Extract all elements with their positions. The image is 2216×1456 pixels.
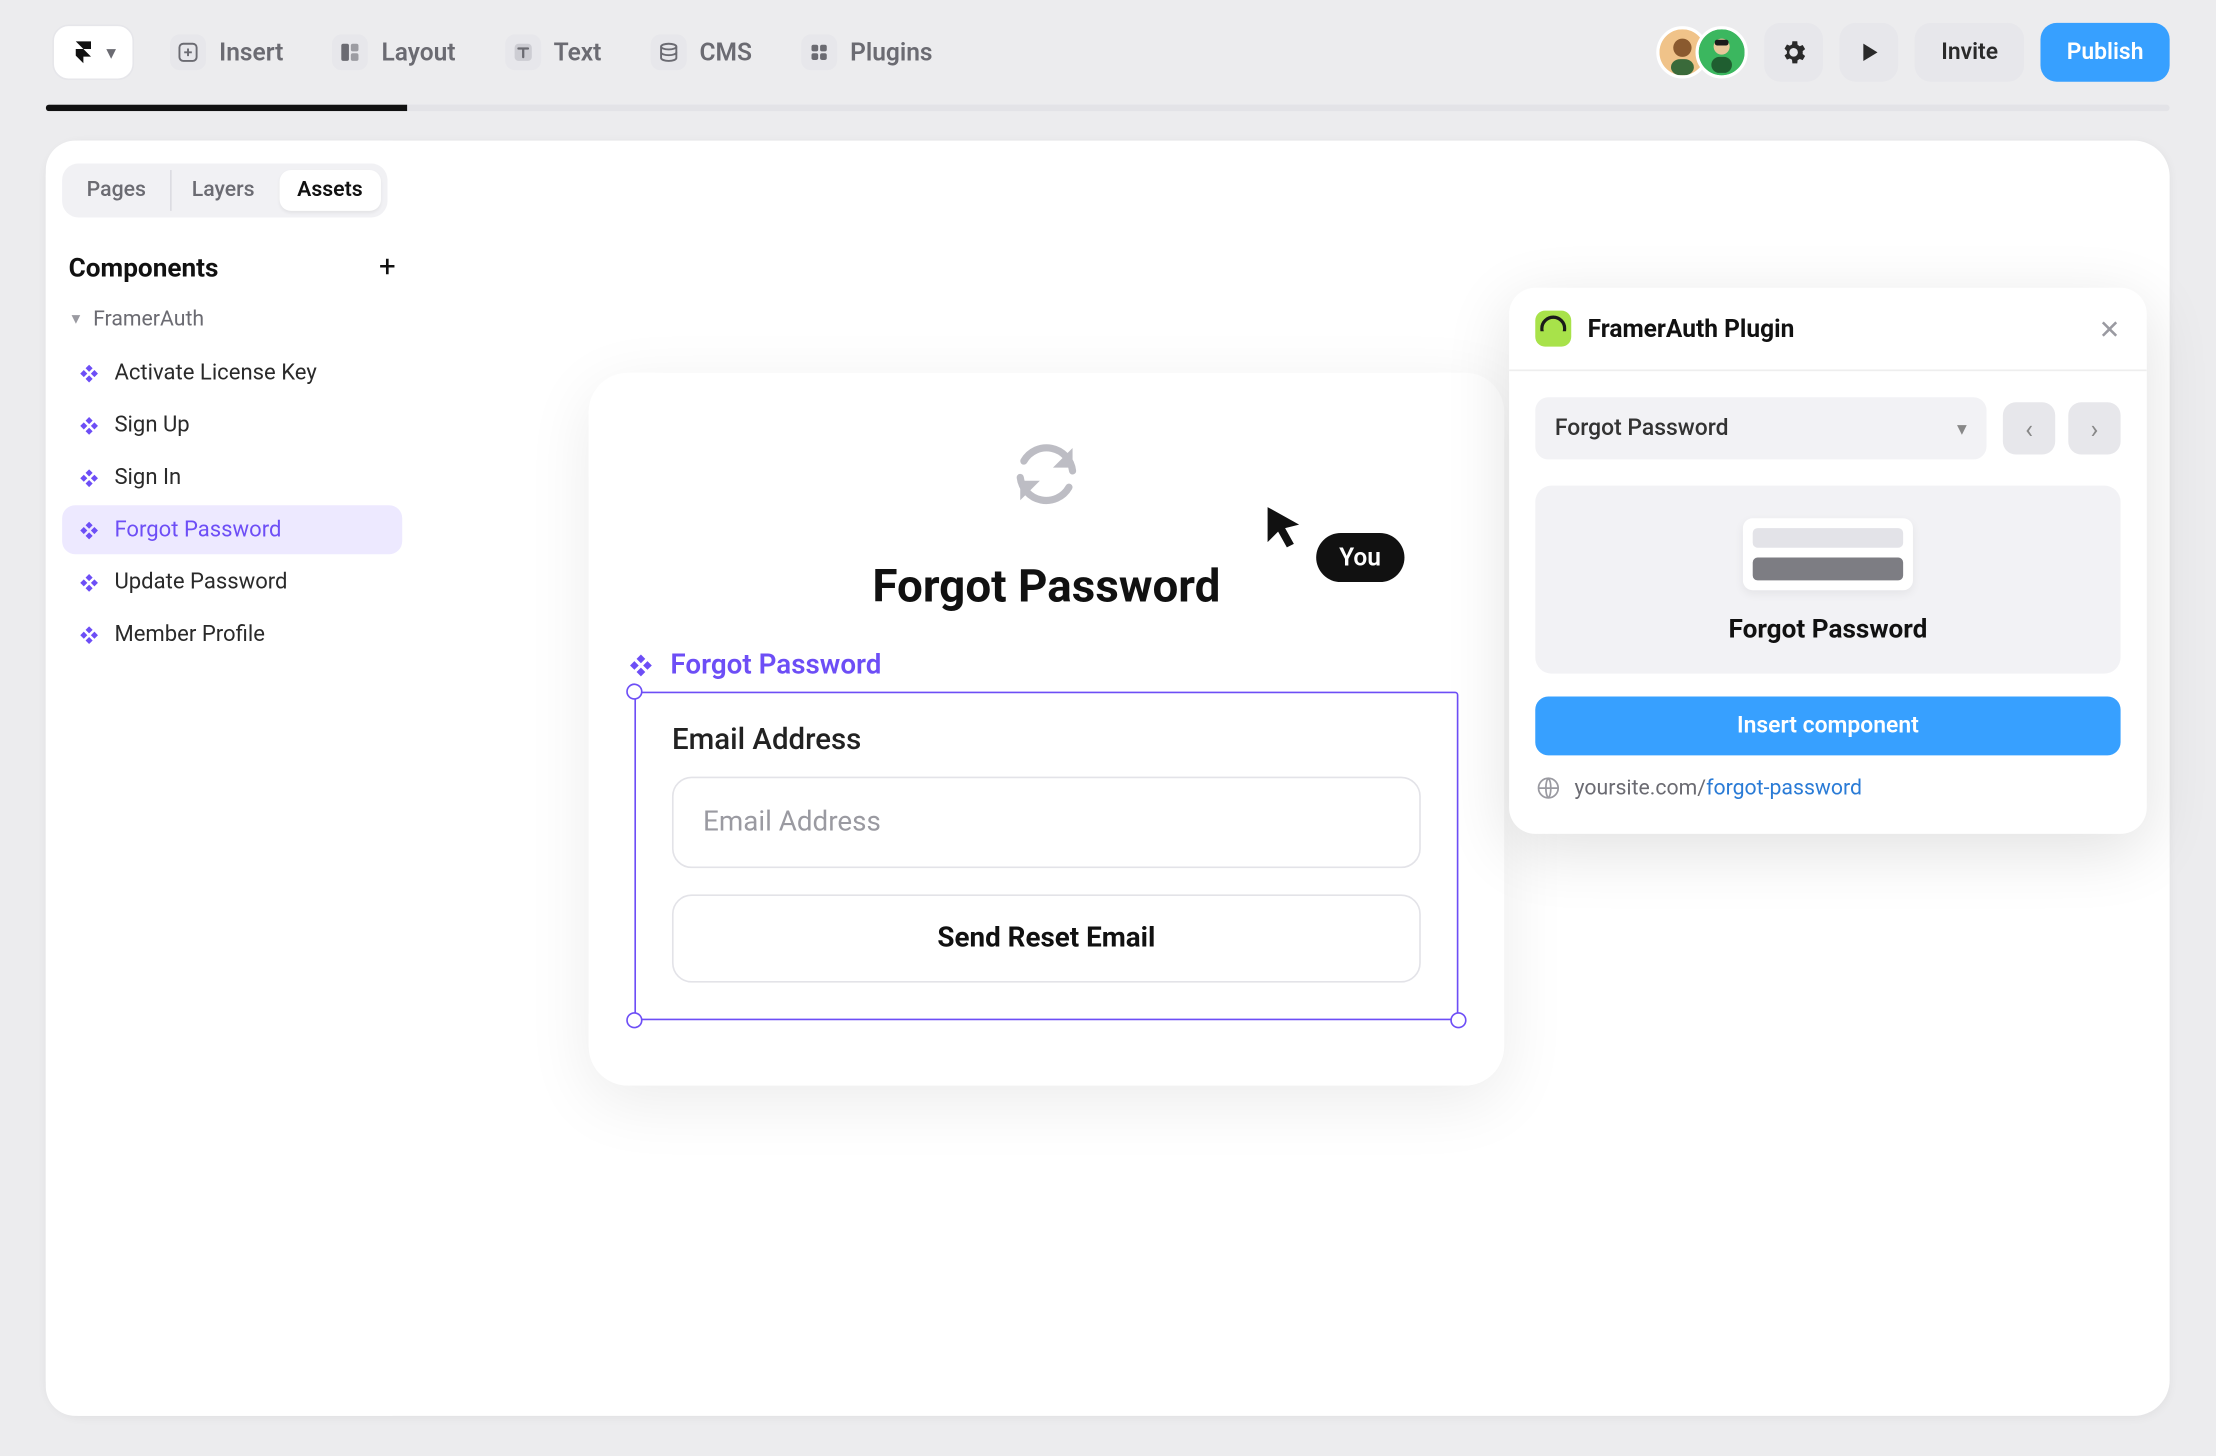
- sidebar: Pages Layers Assets Components + ▼ Frame…: [46, 141, 419, 1416]
- invite-label: Invite: [1941, 39, 1998, 65]
- sidebar-item-forgot[interactable]: Forgot Password: [62, 505, 402, 554]
- invite-button[interactable]: Invite: [1915, 23, 2024, 82]
- insert-component-button[interactable]: Insert component: [1535, 697, 2120, 756]
- settings-button[interactable]: [1765, 23, 1824, 82]
- insert-button-label: Insert component: [1737, 713, 1919, 739]
- sidebar-item-label: Forgot Password: [114, 517, 281, 543]
- sidebar-item-label: Member Profile: [114, 621, 264, 647]
- toolbar-plugins[interactable]: Plugins: [788, 25, 946, 81]
- plugins-icon: [801, 34, 837, 70]
- toolbar-insert[interactable]: Insert: [157, 25, 296, 81]
- preview-button[interactable]: [1840, 23, 1899, 82]
- plus-square-icon: [170, 34, 206, 70]
- select-value: Forgot Password: [1555, 415, 1729, 441]
- user-cursor: You: [1264, 504, 1404, 582]
- sidebar-item-profile[interactable]: Member Profile: [62, 610, 402, 659]
- avatar: [1696, 26, 1748, 78]
- sidebar-item-signup[interactable]: Sign Up: [62, 401, 402, 450]
- gear-icon: [1779, 38, 1808, 67]
- framerauth-logo-icon: [1535, 311, 1571, 347]
- toolbar-layout[interactable]: Layout: [319, 25, 468, 81]
- toolbar: ▾ Insert Layout Text CMS Plugins: [0, 0, 2215, 105]
- prev-component-button[interactable]: ‹: [2003, 402, 2055, 454]
- sidebar-item-label: Update Password: [114, 569, 287, 595]
- component-icon: [78, 519, 99, 540]
- globe-icon: [1535, 775, 1561, 801]
- chevron-down-icon: ▾: [106, 41, 116, 64]
- sidebar-tab-layers[interactable]: Layers: [170, 170, 272, 211]
- url-base: yoursite.com/: [1575, 776, 1707, 801]
- cursor-user-label: You: [1316, 533, 1404, 582]
- play-icon: [1856, 39, 1882, 65]
- add-component-button[interactable]: +: [379, 250, 396, 284]
- component-icon: [78, 362, 99, 383]
- toolbar-item-label: Plugins: [850, 38, 932, 67]
- toolbar-text[interactable]: Text: [491, 25, 614, 81]
- sidebar-tabs: Pages Layers Assets: [62, 164, 387, 218]
- sidebar-section-title: Components: [69, 252, 219, 283]
- component-url: yoursite.com/forgot-password: [1535, 775, 2120, 808]
- next-component-button[interactable]: ›: [2068, 402, 2120, 454]
- sidebar-category-label: FramerAuth: [93, 307, 204, 332]
- collaborator-avatars[interactable]: [1657, 26, 1749, 78]
- toolbar-item-label: Text: [554, 38, 602, 67]
- sidebar-item-activate[interactable]: Activate License Key: [62, 348, 402, 397]
- text-icon: [505, 34, 541, 70]
- toolbar-item-label: Insert: [219, 38, 283, 67]
- sidebar-item-label: Sign Up: [114, 412, 189, 438]
- sidebar-item-label: Activate License Key: [114, 360, 316, 386]
- component-icon: [78, 571, 99, 592]
- publish-button[interactable]: Publish: [2041, 23, 2170, 82]
- sidebar-tab-assets[interactable]: Assets: [279, 170, 381, 211]
- url-slug: forgot-password: [1706, 776, 1862, 801]
- sidebar-tab-pages[interactable]: Pages: [69, 170, 164, 211]
- close-button[interactable]: ✕: [2099, 313, 2121, 344]
- preview-mock: [1743, 518, 1913, 590]
- sidebar-category[interactable]: ▼ FramerAuth: [62, 301, 402, 339]
- layout-icon: [332, 34, 368, 70]
- database-icon: [650, 34, 686, 70]
- plugin-panel: FramerAuth Plugin ✕ Forgot Password ▾ ‹ …: [1509, 288, 2147, 834]
- chevron-left-icon: ‹: [2025, 413, 2033, 444]
- preview-label: Forgot Password: [1728, 613, 1927, 644]
- toolbar-item-label: CMS: [700, 38, 752, 67]
- component-icon: [78, 414, 99, 435]
- component-icon: [78, 467, 99, 488]
- toolbar-item-label: Layout: [381, 38, 455, 67]
- component-select[interactable]: Forgot Password ▾: [1535, 397, 1986, 459]
- framer-logo-icon: [70, 39, 96, 65]
- sidebar-item-update[interactable]: Update Password: [62, 558, 402, 607]
- mock-line: [1753, 528, 1903, 548]
- chevron-right-icon: ›: [2091, 413, 2099, 444]
- plugin-panel-title: FramerAuth Plugin: [1588, 314, 1795, 343]
- cursor-icon: [1264, 504, 1307, 553]
- component-preview: Forgot Password: [1535, 486, 2120, 674]
- close-icon: ✕: [2099, 313, 2121, 344]
- chevron-down-icon: ▾: [1957, 417, 1967, 440]
- sidebar-item-signin[interactable]: Sign In: [62, 453, 402, 502]
- mock-line: [1753, 558, 1903, 581]
- sidebar-item-label: Sign In: [114, 464, 181, 490]
- framer-menu-button[interactable]: ▾: [52, 25, 134, 81]
- toolbar-cms[interactable]: CMS: [637, 25, 765, 81]
- component-icon: [78, 624, 99, 645]
- caret-down-icon: ▼: [69, 311, 84, 329]
- publish-label: Publish: [2067, 39, 2144, 65]
